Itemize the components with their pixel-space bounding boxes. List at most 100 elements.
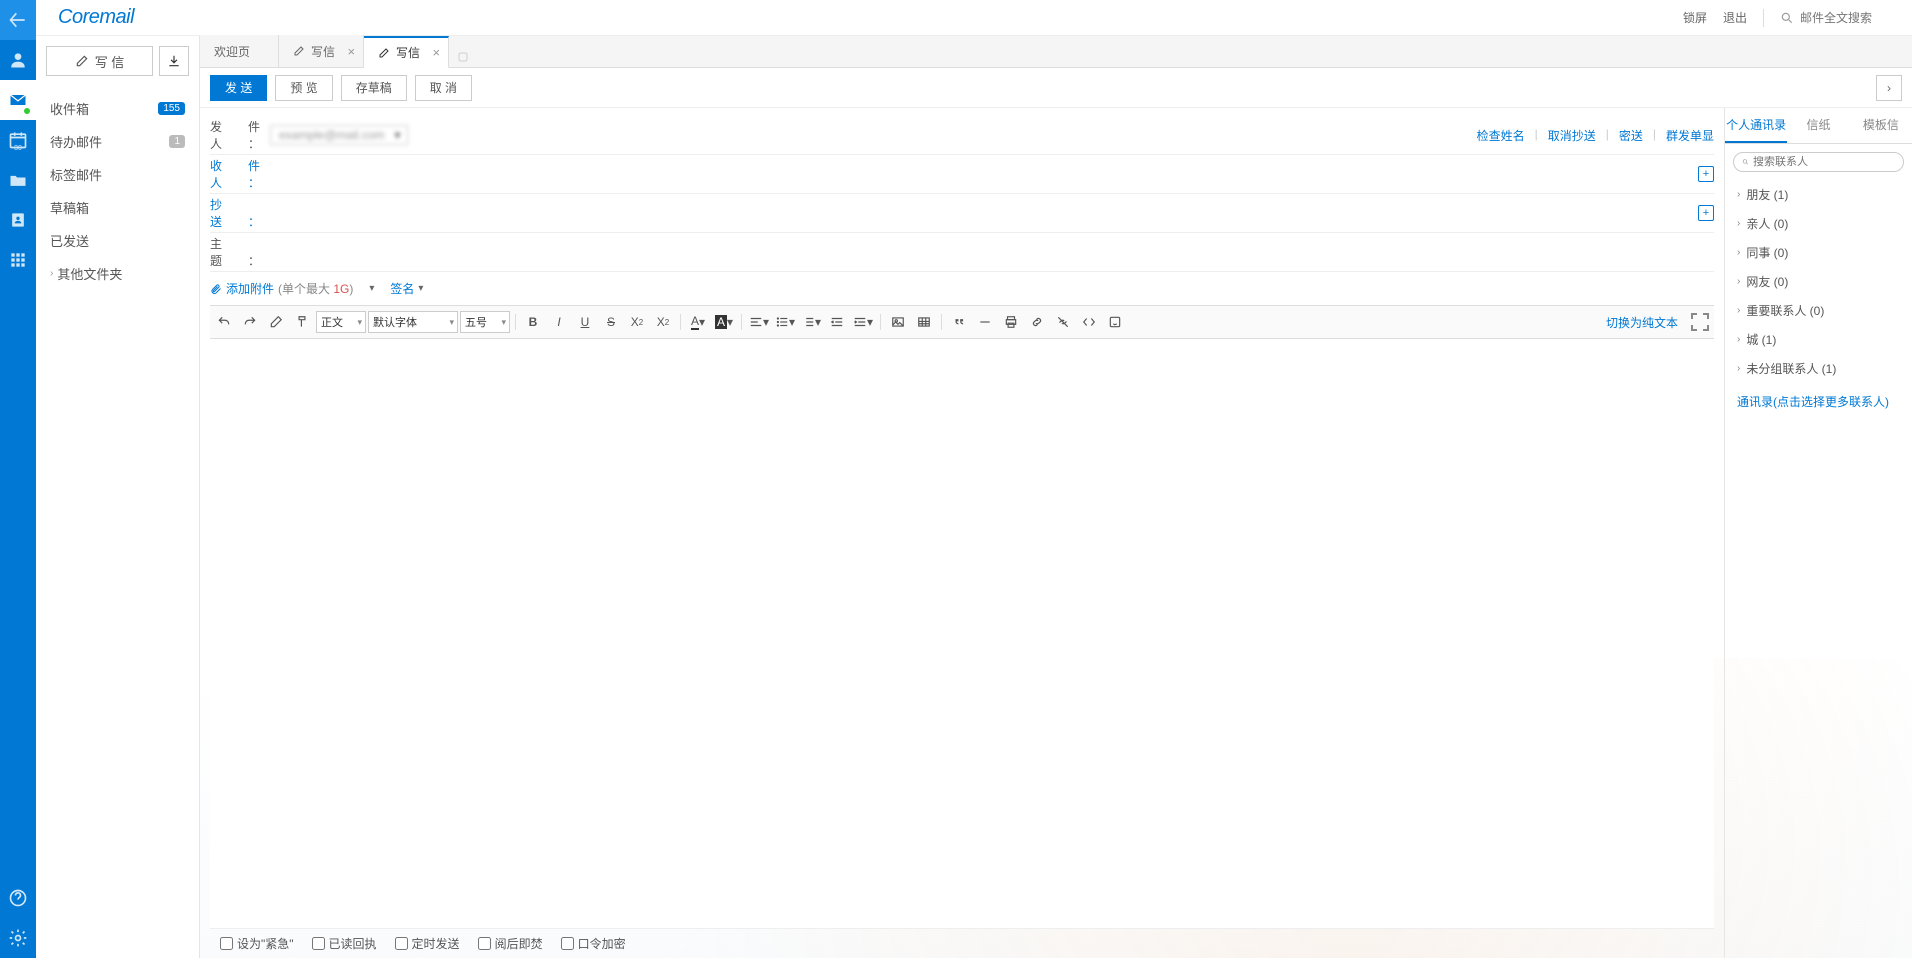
attach-dropdown[interactable]: ▾ xyxy=(369,283,374,294)
subject-input[interactable] xyxy=(270,241,1714,263)
rail-profile-icon[interactable] xyxy=(0,40,36,80)
contacts-tab-template[interactable]: 模板信 xyxy=(1850,108,1912,143)
format-painter-icon[interactable] xyxy=(290,310,314,334)
to-input[interactable] xyxy=(270,163,1698,185)
editor-toolbar: 正文 默认字体 五号 B I U S X2 X2 A ▾ A xyxy=(210,305,1714,339)
rail-files-icon[interactable] xyxy=(0,160,36,200)
signature-link[interactable]: 签名 ▾ xyxy=(390,280,423,297)
rail-mail-icon[interactable] xyxy=(0,80,36,120)
bg-color-icon[interactable]: A ▾ xyxy=(712,310,736,334)
folder-sent[interactable]: 已发送 xyxy=(36,224,199,257)
subscript-icon[interactable]: X2 xyxy=(625,310,649,334)
unlink-icon[interactable] xyxy=(1051,310,1075,334)
expand-panel-button[interactable]: › xyxy=(1876,75,1902,101)
mass-link[interactable]: 群发单显 xyxy=(1666,127,1714,144)
send-button[interactable]: 发 送 xyxy=(210,75,267,101)
underline-icon[interactable]: U xyxy=(573,310,597,334)
indent-icon[interactable]: ▾ xyxy=(851,310,875,334)
contacts-tab-personal[interactable]: 个人通讯录 xyxy=(1725,108,1787,143)
link-icon[interactable] xyxy=(1025,310,1049,334)
ol-icon[interactable]: ▾ xyxy=(799,310,823,334)
contact-search[interactable] xyxy=(1733,152,1904,172)
font-size-select[interactable]: 五号 xyxy=(460,311,510,333)
close-icon[interactable]: × xyxy=(347,44,355,59)
contact-group[interactable]: ›未分组联系人 (1) xyxy=(1733,354,1904,383)
to-label[interactable]: 收件人： xyxy=(210,157,270,191)
cc-input[interactable] xyxy=(270,202,1698,224)
font-select[interactable]: 默认字体 xyxy=(368,311,458,333)
rail-help-icon[interactable] xyxy=(0,878,36,918)
quote-icon[interactable] xyxy=(947,310,971,334)
rail-back-icon[interactable] xyxy=(0,0,36,40)
bcc-link[interactable]: 密送 xyxy=(1619,127,1643,144)
contact-group[interactable]: ›城 (1) xyxy=(1733,325,1904,354)
editor-body[interactable] xyxy=(210,339,1714,928)
tab-compose-1[interactable]: 写信× xyxy=(279,35,364,67)
compose-button[interactable]: 写 信 xyxy=(46,46,153,76)
add-cc-button[interactable]: + xyxy=(1698,205,1714,221)
logout-link[interactable]: 退出 xyxy=(1723,9,1747,26)
contact-group[interactable]: ›同事 (0) xyxy=(1733,238,1904,267)
contact-group[interactable]: ›亲人 (0) xyxy=(1733,209,1904,238)
switch-plain-link[interactable]: 切换为纯文本 xyxy=(1598,314,1686,331)
folder-todo[interactable]: 待办邮件1 xyxy=(36,125,199,158)
code-icon[interactable] xyxy=(1077,310,1101,334)
add-attachment-link[interactable]: 添加附件 (单个最大 1G) xyxy=(210,280,353,297)
burn-checkbox[interactable]: 阅后即焚 xyxy=(478,935,543,952)
superscript-icon[interactable]: X2 xyxy=(651,310,675,334)
more-contacts-link[interactable]: 通讯录(点击选择更多联系人) xyxy=(1725,383,1912,420)
global-search-input[interactable] xyxy=(1800,11,1900,25)
redo-icon[interactable] xyxy=(238,310,262,334)
tab-add-button[interactable] xyxy=(453,47,473,67)
hr-icon[interactable] xyxy=(973,310,997,334)
rail-settings-icon[interactable] xyxy=(0,918,36,958)
save-draft-button[interactable]: 存草稿 xyxy=(341,75,407,101)
cancel-cc-link[interactable]: 取消抄送 xyxy=(1548,127,1596,144)
close-icon[interactable]: × xyxy=(432,45,440,60)
rail-apps-icon[interactable] xyxy=(0,240,36,280)
folder-tagged[interactable]: 标签邮件 xyxy=(36,158,199,191)
font-color-icon[interactable]: A ▾ xyxy=(686,310,710,334)
preview-button[interactable]: 预 览 xyxy=(275,75,332,101)
contacts-tab-paper[interactable]: 信纸 xyxy=(1787,108,1849,143)
table-icon[interactable] xyxy=(912,310,936,334)
folder-inbox[interactable]: 收件箱155 xyxy=(36,92,199,125)
schedule-checkbox[interactable]: 定时发送 xyxy=(395,935,460,952)
receipt-checkbox[interactable]: 已读回执 xyxy=(312,935,377,952)
subject-row: 主 题： xyxy=(210,233,1714,272)
contact-group[interactable]: ›重要联系人 (0) xyxy=(1733,296,1904,325)
rail-calendar-icon[interactable]: 30 xyxy=(0,120,36,160)
from-dropdown[interactable]: example@mail.com xyxy=(270,125,408,145)
encrypt-checkbox[interactable]: 口令加密 xyxy=(561,935,626,952)
receive-button[interactable] xyxy=(159,46,189,76)
italic-icon[interactable]: I xyxy=(547,310,571,334)
cc-label[interactable]: 抄 送： xyxy=(210,196,270,230)
rail-contacts-icon[interactable] xyxy=(0,200,36,240)
lock-screen-link[interactable]: 锁屏 xyxy=(1683,9,1707,26)
eraser-icon[interactable] xyxy=(264,310,288,334)
contact-group[interactable]: ›网友 (0) xyxy=(1733,267,1904,296)
tab-compose-2[interactable]: 写信× xyxy=(364,36,449,68)
global-search[interactable] xyxy=(1780,11,1900,25)
folder-drafts[interactable]: 草稿箱 xyxy=(36,191,199,224)
print-icon[interactable] xyxy=(999,310,1023,334)
tab-welcome[interactable]: 欢迎页 xyxy=(200,35,279,67)
contact-search-input[interactable] xyxy=(1753,156,1895,168)
folder-other[interactable]: ›其他文件夹 xyxy=(36,257,199,290)
fullscreen-icon[interactable] xyxy=(1688,310,1712,334)
urgent-checkbox[interactable]: 设为"紧急" xyxy=(220,935,294,952)
strike-icon[interactable]: S xyxy=(599,310,623,334)
emoji-icon[interactable] xyxy=(1103,310,1127,334)
contact-group[interactable]: ›朋友 (1) xyxy=(1733,180,1904,209)
check-name-link[interactable]: 检查姓名 xyxy=(1477,127,1525,144)
image-icon[interactable] xyxy=(886,310,910,334)
add-to-button[interactable]: + xyxy=(1698,166,1714,182)
from-label: 发件人： xyxy=(210,118,270,152)
cancel-button[interactable]: 取 消 xyxy=(415,75,472,101)
align-icon[interactable]: ▾ xyxy=(747,310,771,334)
paragraph-select[interactable]: 正文 xyxy=(316,311,366,333)
undo-icon[interactable] xyxy=(212,310,236,334)
bold-icon[interactable]: B xyxy=(521,310,545,334)
ul-icon[interactable]: ▾ xyxy=(773,310,797,334)
outdent-icon[interactable] xyxy=(825,310,849,334)
